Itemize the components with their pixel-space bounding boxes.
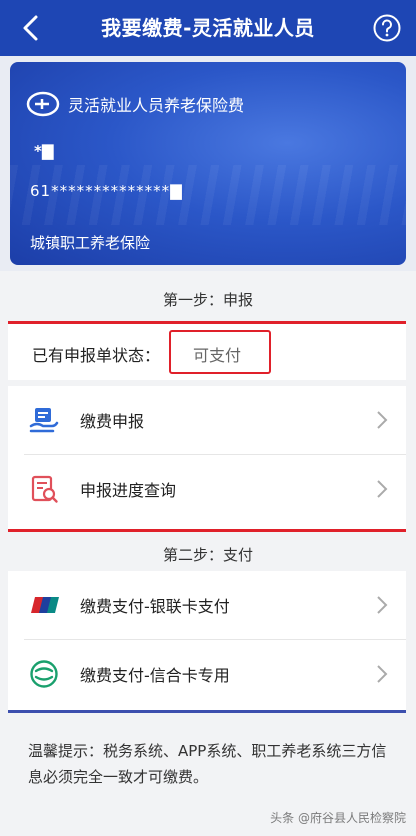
xinhe-card-icon [30, 660, 58, 688]
social-security-logo-icon [26, 91, 60, 117]
step2-label: 第二步：支付 [162, 546, 253, 564]
declaration-section: 已有申报单状态： 可支付 缴费申报 申报进度查询 [8, 321, 406, 532]
declaration-label: 缴费申报 [80, 412, 145, 431]
unionpay-label: 缴费支付-银联卡支付 [80, 597, 230, 616]
insured-id-masked: 61**************▇ [30, 182, 183, 200]
progress-query-label: 申报进度查询 [80, 481, 177, 500]
status-row: 已有申报单状态： 可支付 [8, 324, 406, 380]
xinhe-card-label: 缴费支付-信合卡专用 [80, 666, 230, 685]
back-arrow-icon[interactable] [14, 10, 50, 46]
status-value: 可支付 [193, 346, 242, 365]
insured-name-masked: *▇ [34, 142, 54, 160]
chevron-right-icon [377, 480, 388, 498]
chevron-right-icon [377, 596, 388, 614]
declaration-row[interactable]: 缴费申报 [8, 386, 406, 454]
unionpay-row[interactable]: 缴费支付-银联卡支付 [8, 571, 406, 639]
status-highlight-box: 可支付 [169, 330, 271, 374]
xinhe-card-row[interactable]: 缴费支付-信合卡专用 [8, 640, 406, 708]
chevron-right-icon [377, 411, 388, 429]
page-title: 我要缴费-灵活就业人员 [101, 16, 315, 40]
declaration-icon [29, 408, 59, 433]
app-header: 我要缴费-灵活就业人员 [0, 0, 416, 56]
chevron-right-icon [377, 665, 388, 683]
progress-query-icon [31, 475, 58, 503]
insurance-type: 城镇职工养老保险 [30, 234, 151, 252]
section-bottom-line [8, 710, 406, 713]
warm-tip: 温馨提示：税务系统、APP系统、职工养老系统三方信息必须完全一致才可缴费。 [28, 742, 387, 786]
help-icon[interactable] [372, 13, 402, 43]
card-title: 灵活就业人员养老保险费 [68, 96, 245, 115]
unionpay-icon [31, 597, 59, 613]
payment-section: 缴费支付-银联卡支付 缴费支付-信合卡专用 [8, 571, 406, 713]
step1-label: 第一步：申报 [162, 291, 253, 309]
status-label: 已有申报单状态： [32, 346, 161, 365]
insurance-card: 灵活就业人员养老保险费 *▇ 61**************▇ 城镇职工养老保… [10, 62, 406, 265]
card-area: 灵活就业人员养老保险费 *▇ 61**************▇ 城镇职工养老保… [0, 56, 416, 271]
progress-query-row[interactable]: 申报进度查询 [8, 455, 406, 523]
watermark: 头条 @府谷县人民检察院 [270, 811, 406, 825]
